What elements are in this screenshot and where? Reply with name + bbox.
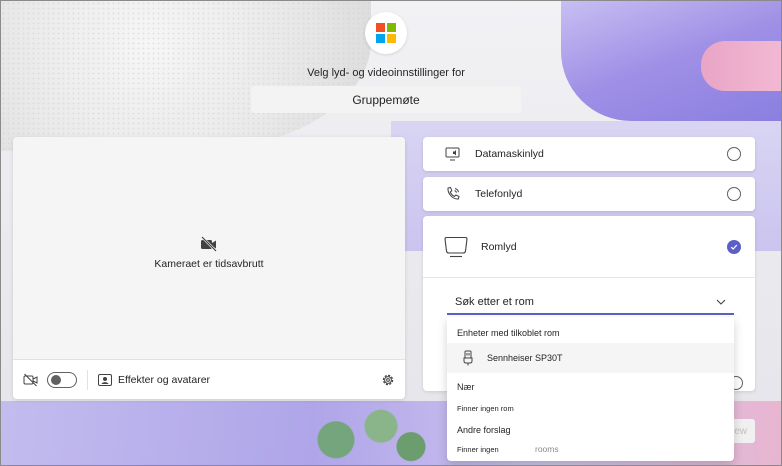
other-suggestions-header: Andre forslag bbox=[457, 425, 511, 435]
near-rooms-empty: Finner ingen rom bbox=[457, 404, 514, 413]
chevron-down-icon[interactable] bbox=[716, 299, 726, 305]
background-plants-decoration bbox=[291, 399, 441, 465]
audio-option-radio[interactable] bbox=[727, 187, 741, 201]
phone-audio-icon bbox=[447, 186, 460, 200]
camera-status-text: Kameraet er tidsavbrutt bbox=[154, 258, 264, 270]
divider bbox=[87, 369, 88, 390]
audio-option-label: Telefonlyd bbox=[475, 188, 523, 200]
room-search-combobox[interactable] bbox=[447, 290, 734, 315]
audio-option-label: Romlyd bbox=[481, 240, 517, 253]
checkmark-icon bbox=[730, 244, 738, 250]
gear-icon[interactable] bbox=[381, 373, 395, 387]
video-controls-bar: Effekter og avatarer bbox=[13, 359, 405, 399]
camera-off-icon bbox=[23, 373, 38, 386]
page-subtitle: Velg lyd- og videoinnstillinger for bbox=[307, 67, 465, 79]
video-preview-panel: Kameraet er tidsavbrutt Effekter og avat… bbox=[13, 137, 405, 399]
room-device-label: Sennheiser SP30T bbox=[487, 353, 563, 363]
room-audio-icon bbox=[444, 236, 468, 257]
audio-option-radio[interactable] bbox=[727, 147, 741, 161]
audio-option-radio-selected[interactable] bbox=[727, 239, 741, 254]
effects-and-avatars-button[interactable]: Effekter og avatarer bbox=[98, 373, 211, 386]
meeting-name: Gruppemøte bbox=[251, 86, 521, 113]
near-rooms-header: Nær bbox=[457, 382, 475, 392]
effects-icon bbox=[98, 373, 112, 386]
other-suggestions-ghost-text: rooms bbox=[535, 444, 559, 454]
audio-option-label: Datamaskinlyd bbox=[475, 148, 544, 160]
room-search-input[interactable] bbox=[455, 295, 695, 308]
video-preview: Kameraet er tidsavbrutt bbox=[13, 137, 405, 359]
background-ribbon-pink-decoration bbox=[701, 41, 781, 91]
microsoft-logo-icon bbox=[376, 23, 396, 43]
effects-label: Effekter og avatarer bbox=[118, 373, 211, 386]
camera-off-icon bbox=[201, 236, 217, 252]
room-search-dropdown: Enheter med tilkoblet rom Sennheiser SP3… bbox=[447, 317, 734, 461]
connected-devices-header: Enheter med tilkoblet rom bbox=[457, 328, 560, 338]
audio-option-room[interactable]: Romlyd bbox=[423, 216, 755, 278]
other-suggestions-empty: Finner ingen bbox=[457, 445, 499, 454]
computer-audio-icon bbox=[445, 147, 460, 161]
microsoft-logo bbox=[365, 12, 407, 54]
audio-option-phone[interactable]: Telefonlyd bbox=[423, 177, 755, 211]
camera-toggle[interactable] bbox=[47, 371, 77, 388]
room-device-item[interactable]: Sennheiser SP30T bbox=[447, 343, 734, 373]
audio-option-computer[interactable]: Datamaskinlyd bbox=[423, 137, 755, 171]
app-window: Velg lyd- og videoinnstillinger for Grup… bbox=[0, 0, 782, 466]
room-device-icon bbox=[463, 350, 473, 366]
